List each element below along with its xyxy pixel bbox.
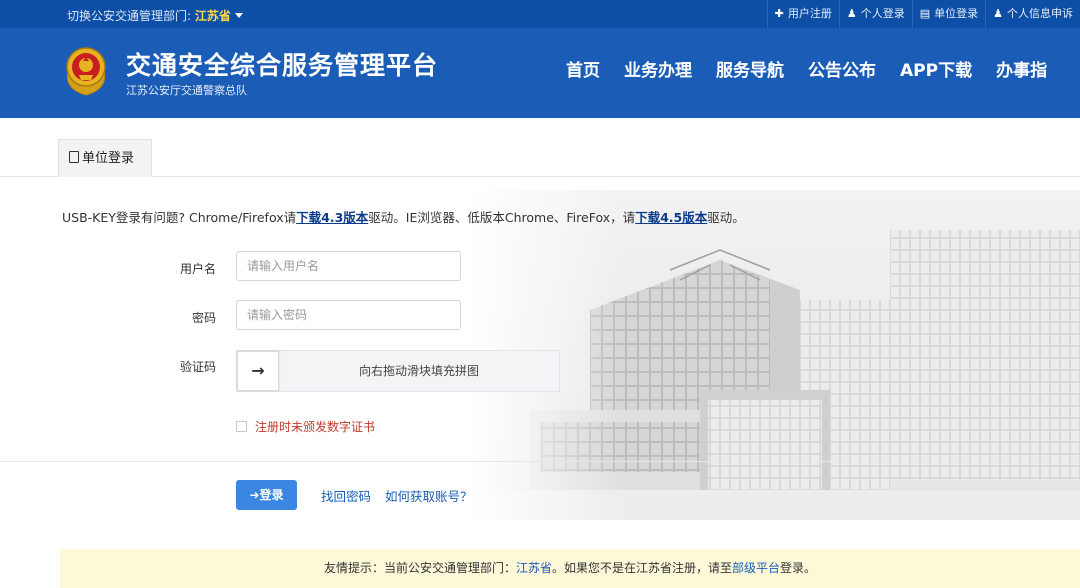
download-driver-4-3-link[interactable]: 下载4.3版本 — [296, 210, 368, 225]
top-bar: 切换公安交通管理部门: 江苏省 ✚ 用户注册 ♟ 个人登录 ▤ 单位登录 ♟ 个人信息申… — [0, 0, 1080, 28]
tab-unit-login[interactable]: 单位登录 — [58, 139, 152, 177]
notice-text-1: USB-KEY登录有问题? Chrome/Firefox请 — [62, 210, 297, 225]
tip-suffix: 登录。 — [780, 561, 817, 575]
police-emblem-logo[interactable] — [60, 41, 112, 97]
password-label: 密码 — [191, 311, 216, 325]
register-link[interactable]: ✚ 用户注册 — [766, 0, 839, 28]
captcha-label: 验证码 — [179, 360, 216, 374]
personal-login-label: 个人登录 — [860, 7, 905, 20]
login-button[interactable]: ➜登录 — [236, 480, 297, 510]
login-icon: ➜ — [249, 488, 260, 502]
notice-text-3: 驱动。 — [707, 210, 745, 225]
tip-dept: 江苏省 — [515, 561, 552, 575]
nav-business[interactable]: 业务办理 — [624, 56, 692, 81]
slider-handle[interactable]: → — [237, 351, 279, 391]
site-header: 交通安全综合服务管理平台 江苏公安厅交通警察总队 首页 业务办理 服务导航 公告… — [0, 28, 1080, 118]
tab-bar-line — [0, 176, 1080, 177]
nav-guide[interactable]: 办事指 — [996, 56, 1047, 81]
password-input[interactable] — [236, 300, 461, 330]
building-illustration — [470, 190, 1080, 520]
friendly-tip-banner: 友情提示：当前公安交通管理部门：江苏省。如果您不是在江苏省注册，请至部级平台登录… — [60, 549, 1080, 588]
username-input[interactable] — [236, 251, 461, 281]
nav-service-guide[interactable]: 服务导航 — [716, 56, 784, 81]
dept-switcher[interactable]: 切换公安交通管理部门: 江苏省 — [67, 7, 243, 24]
nav-announcements[interactable]: 公告公布 — [808, 56, 876, 81]
cert-checkbox[interactable] — [236, 421, 247, 432]
nav-home[interactable]: 首页 — [566, 56, 600, 81]
building-icon — [69, 151, 79, 163]
tip-prefix: 友情提示：当前公安交通管理部门： — [323, 561, 516, 575]
cert-option[interactable]: 注册时未颁发数字证书 — [236, 418, 375, 435]
site-subtitle: 江苏公安厅交通警察总队 — [126, 84, 247, 97]
unit-login-link[interactable]: ▤ 单位登录 — [911, 0, 985, 28]
arrow-right-icon: → — [251, 361, 265, 380]
ministry-platform-link[interactable]: 部级平台 — [732, 561, 780, 575]
form-divider — [0, 461, 1080, 462]
notice-text-2: 驱动。IE浏览器、低版本Chrome、FireFox，请 — [368, 210, 636, 225]
person-icon: ♟ — [993, 7, 1003, 20]
login-button-label: 登录 — [259, 488, 284, 502]
top-links: ✚ 用户注册 ♟ 个人登录 ▤ 单位登录 ♟ 个人信息申诉 — [766, 0, 1080, 28]
building-icon: ▤ — [919, 7, 931, 20]
site-title[interactable]: 交通安全综合服务管理平台 — [126, 46, 438, 82]
caret-down-icon[interactable] — [234, 13, 243, 18]
slider-hint: 向右拖动滑块填充拼图 — [358, 364, 479, 378]
tip-middle: 。如果您不是在江苏省注册，请至 — [551, 561, 732, 575]
slider-captcha: → 向右拖动滑块填充拼图 — [236, 350, 560, 392]
forgot-password-link[interactable]: 找回密码 — [321, 486, 371, 505]
appeal-link[interactable]: ♟ 个人信息申诉 — [985, 0, 1080, 28]
how-to-get-account-link[interactable]: 如何获取账号？ — [385, 486, 473, 505]
nav-app-download[interactable]: APP下载 — [900, 56, 972, 81]
cert-label: 注册时未颁发数字证书 — [255, 420, 376, 434]
username-label: 用户名 — [179, 262, 216, 276]
tab-unit-login-label: 单位登录 — [82, 151, 135, 166]
person-icon: ♟ — [846, 7, 857, 20]
appeal-link-label: 个人信息申诉 — [1007, 7, 1073, 20]
usb-key-notice: USB-KEY登录有问题? Chrome/Firefox请下载4.3版本驱动。I… — [62, 207, 745, 226]
dept-switcher-label: 切换公安交通管理部门: — [67, 9, 195, 23]
register-link-label: 用户注册 — [787, 7, 832, 20]
plus-icon: ✚ — [774, 7, 784, 20]
main-nav: 首页 业务办理 服务导航 公告公布 APP下载 办事指 — [566, 56, 1071, 81]
dept-switcher-value[interactable]: 江苏省 — [195, 9, 231, 23]
personal-login-link[interactable]: ♟ 个人登录 — [838, 0, 912, 28]
download-driver-4-5-link[interactable]: 下载4.5版本 — [635, 210, 707, 225]
unit-login-label: 单位登录 — [934, 7, 979, 20]
